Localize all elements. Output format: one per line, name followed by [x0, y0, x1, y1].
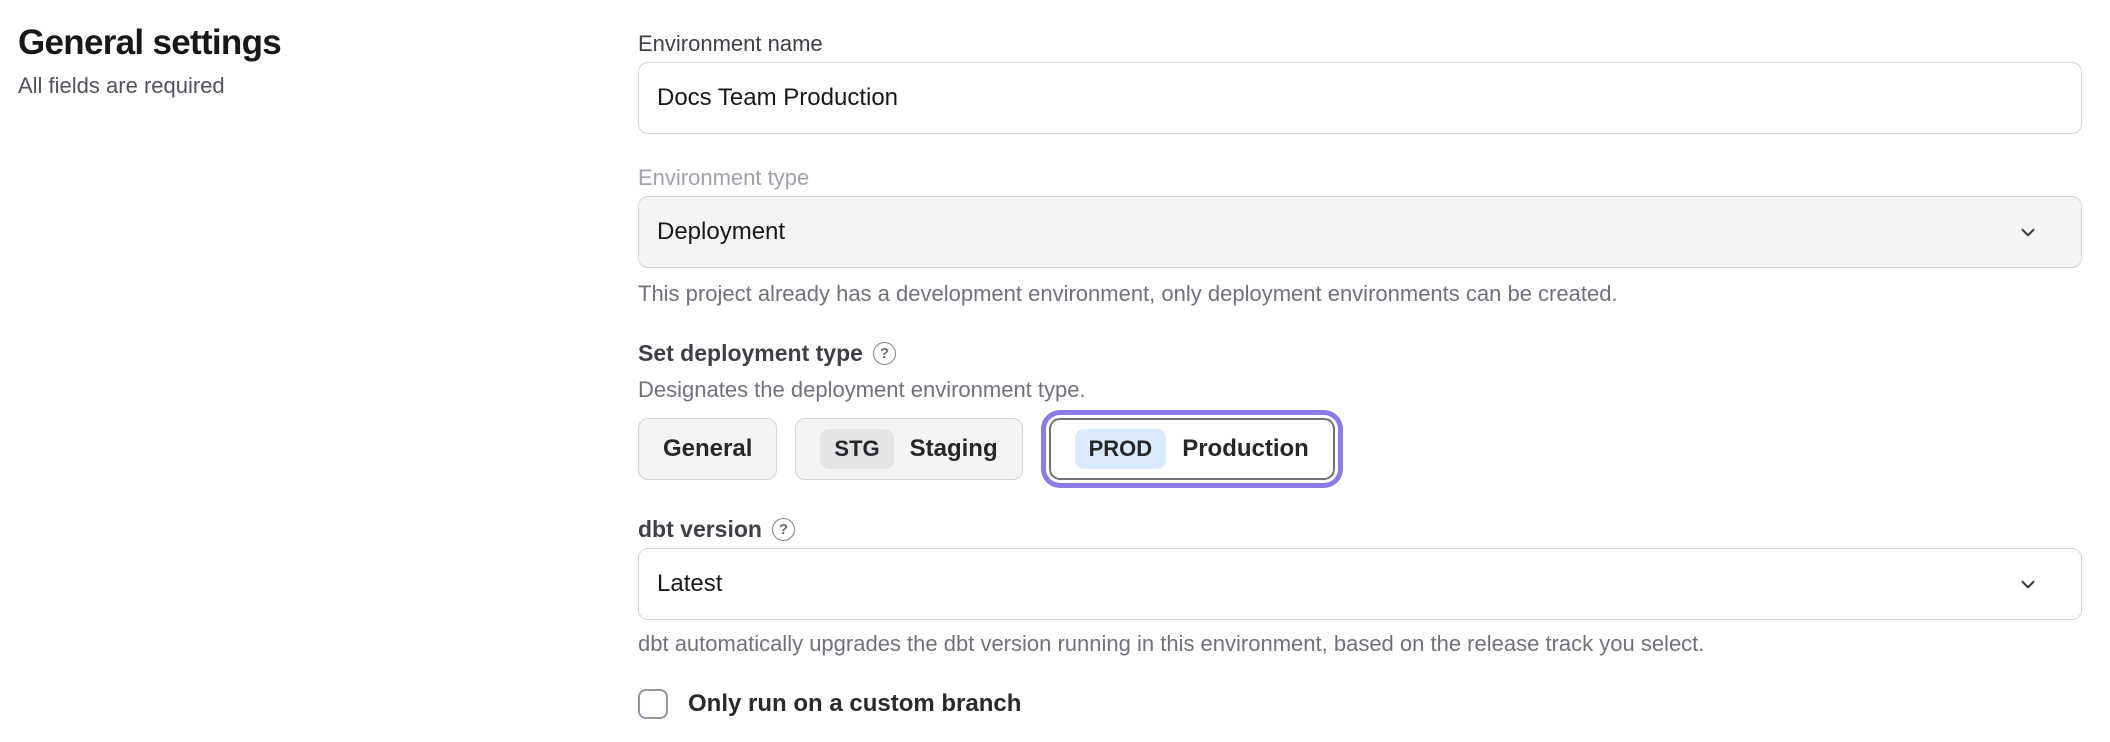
deployment-type-options: General STG Staging PROD Production	[638, 418, 2082, 480]
dbt-version-select[interactable]: Latest	[638, 548, 2082, 620]
page-title: General settings	[18, 22, 578, 64]
page-subtitle: All fields are required	[18, 72, 578, 100]
custom-branch-row: Only run on a custom branch	[638, 688, 2082, 720]
environment-type-label: Environment type	[638, 164, 2082, 192]
general-settings-form: Environment name Environment type Deploy…	[638, 30, 2082, 720]
deployment-type-production-button[interactable]: PROD Production	[1049, 418, 1335, 480]
chevron-down-icon	[2015, 571, 2041, 597]
custom-branch-checkbox[interactable]	[638, 689, 668, 719]
help-circle-icon[interactable]: ?	[772, 518, 795, 541]
deployment-type-production-label: Production	[1182, 435, 1309, 463]
staging-badge: STG	[820, 429, 893, 469]
environment-type-help: This project already has a development e…	[638, 280, 2082, 308]
help-circle-icon[interactable]: ?	[873, 342, 896, 365]
custom-branch-label: Only run on a custom branch	[688, 688, 1021, 720]
deployment-type-general-button[interactable]: General	[638, 418, 777, 480]
deployment-type-general-label: General	[663, 435, 752, 463]
environment-type-value: Deployment	[657, 218, 785, 246]
deployment-type-help: Designates the deployment environment ty…	[638, 376, 2082, 404]
production-badge: PROD	[1075, 429, 1167, 469]
settings-header: General settings All fields are required	[18, 22, 578, 100]
deployment-type-label: Set deployment type	[638, 338, 863, 368]
dbt-version-label: dbt version	[638, 514, 762, 544]
environment-type-select[interactable]: Deployment	[638, 196, 2082, 268]
chevron-down-icon	[2015, 219, 2041, 245]
environment-name-label: Environment name	[638, 30, 2082, 58]
environment-name-input[interactable]	[638, 62, 2082, 134]
deployment-type-staging-button[interactable]: STG Staging	[795, 418, 1022, 480]
dbt-version-value: Latest	[657, 570, 722, 598]
dbt-version-help: dbt automatically upgrades the dbt versi…	[638, 630, 2082, 658]
deployment-type-staging-label: Staging	[910, 435, 998, 463]
